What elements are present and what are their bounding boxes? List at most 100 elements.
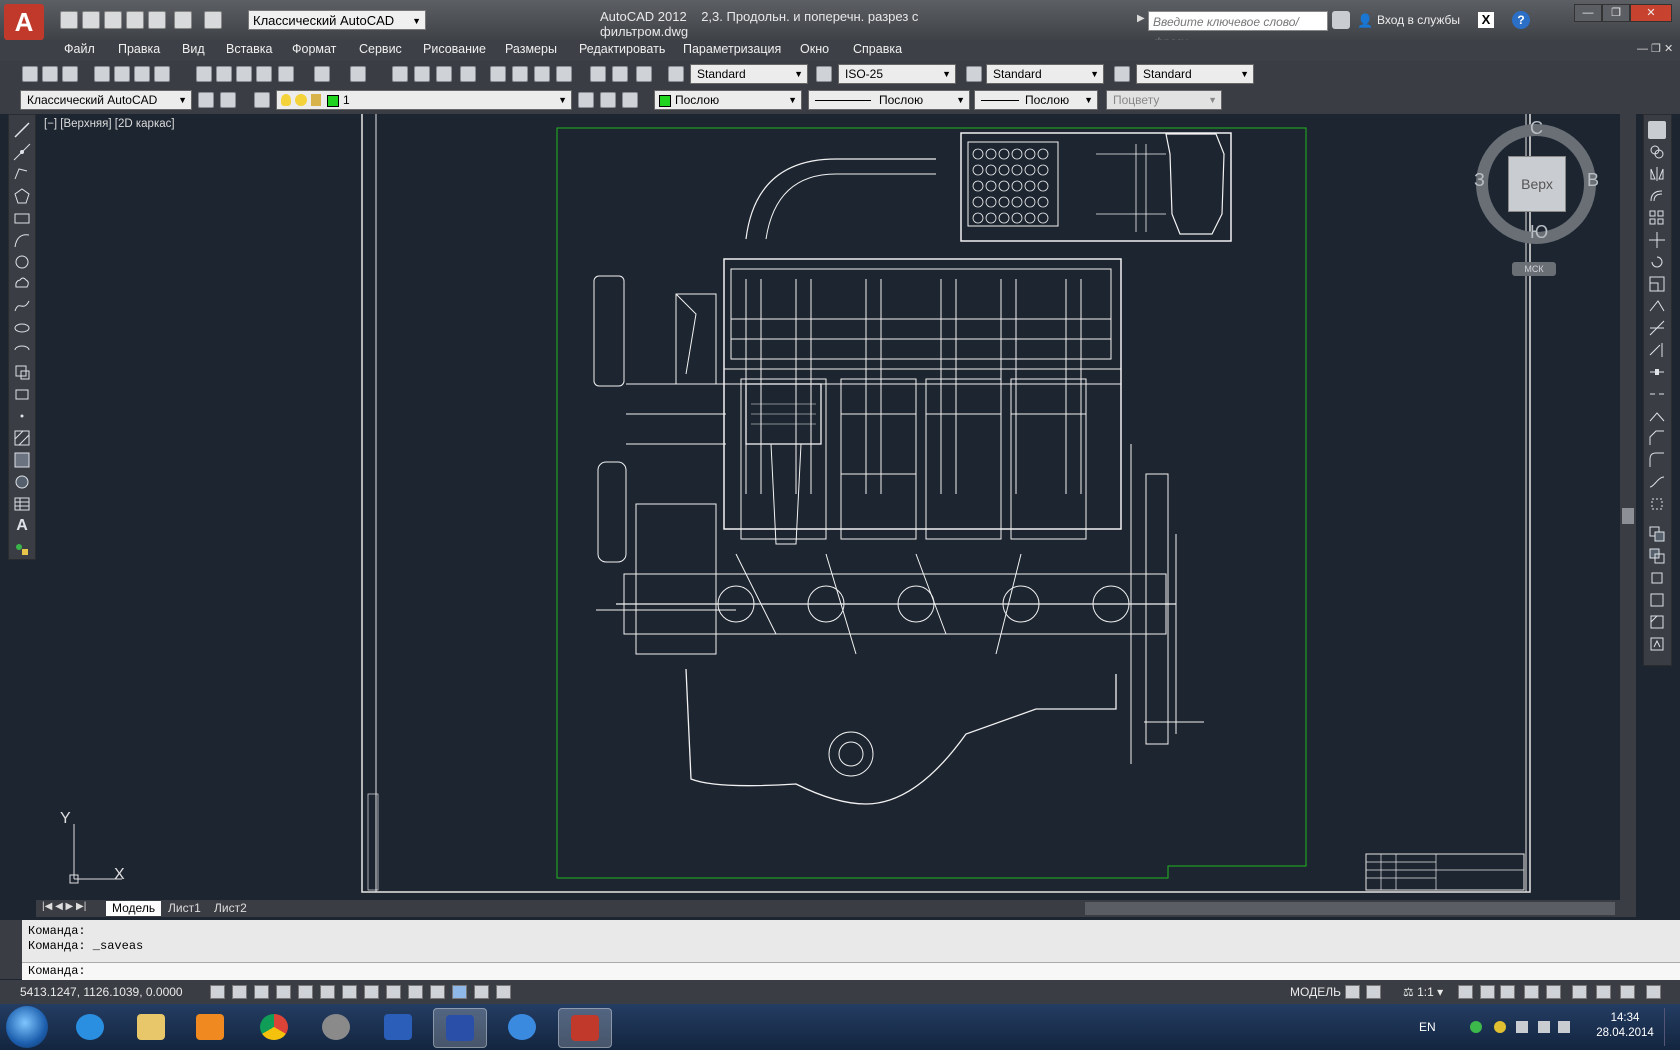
redo-tb-icon[interactable] [350, 66, 366, 82]
mirror-icon[interactable] [1648, 165, 1666, 183]
send-to-back-icon[interactable] [1648, 569, 1666, 587]
menu-window[interactable]: Окно [800, 42, 829, 56]
command-input[interactable]: Команда: [22, 962, 1680, 980]
plot-preview-icon[interactable] [114, 66, 130, 82]
spline-icon[interactable] [13, 297, 31, 315]
linetype-select[interactable]: Послою ▼ [808, 90, 970, 110]
taskbar-k-app[interactable] [496, 1008, 548, 1046]
trim-icon[interactable] [1648, 319, 1666, 337]
workspace-select[interactable]: Классический AutoCAD ▼ [248, 10, 426, 30]
tray-network-icon[interactable] [1516, 1021, 1528, 1033]
save-icon[interactable] [104, 11, 122, 29]
table-style-select[interactable]: Standard ▼ [986, 64, 1104, 84]
minimize-button[interactable]: — [1574, 4, 1602, 22]
text-to-front-icon[interactable] [1648, 591, 1666, 609]
ellipse-arc-icon[interactable] [13, 341, 31, 359]
quick-view-drawings-icon[interactable] [1366, 985, 1381, 999]
model-space-toggle[interactable]: МОДЕЛЬ [1290, 985, 1341, 999]
annotation-scale[interactable]: ⚖ 1:1 ▾ [1403, 985, 1443, 999]
login-button[interactable]: Вход в службы [1377, 13, 1460, 27]
coordinates-readout[interactable]: 5413.1247, 1126.1039, 0.0000 [20, 985, 183, 999]
layer-iso-icon[interactable] [622, 92, 638, 108]
undo-icon[interactable] [174, 11, 192, 29]
print-icon[interactable] [148, 11, 166, 29]
tray-yellow-icon[interactable] [1494, 1021, 1506, 1033]
search-input[interactable]: Введите ключевое слово/фразу [1148, 11, 1328, 49]
move-icon[interactable] [1648, 231, 1666, 249]
viewcube-west[interactable]: З [1474, 170, 1485, 191]
menu-view[interactable]: Вид [182, 42, 205, 56]
undo-tb-icon[interactable] [314, 66, 330, 82]
close-button[interactable]: ✕ [1630, 4, 1672, 22]
calculator-icon[interactable] [612, 66, 628, 82]
tab-layout1[interactable]: Лист1 [162, 901, 207, 916]
bring-to-front-icon[interactable] [1648, 547, 1666, 565]
menu-parametric[interactable]: Параметризация [683, 42, 781, 56]
cut-icon[interactable] [196, 66, 212, 82]
dynamic-ucs-icon[interactable] [386, 985, 401, 999]
gradient-icon[interactable] [13, 451, 31, 469]
new-icon[interactable] [22, 66, 38, 82]
revision-cloud-icon[interactable] [13, 275, 31, 293]
redo-icon[interactable] [204, 11, 222, 29]
hardware-acceleration-icon[interactable] [1546, 985, 1561, 999]
polar-tracking-icon[interactable] [298, 985, 313, 999]
copy-object-icon[interactable] [1648, 143, 1666, 161]
markup-icon[interactable] [590, 66, 606, 82]
3d-osnap-icon[interactable] [342, 985, 357, 999]
menu-insert[interactable]: Вставка [226, 42, 272, 56]
menu-help[interactable]: Справка [853, 42, 902, 56]
menu-edit[interactable]: Правка [118, 42, 160, 56]
multiline-text-icon[interactable]: A [13, 517, 31, 535]
block-editor-icon[interactable] [278, 66, 294, 82]
layer-properties-icon[interactable] [254, 92, 270, 108]
save-as-icon[interactable] [126, 11, 144, 29]
layer-select[interactable]: 1 ▼ [276, 90, 572, 110]
menu-file[interactable]: Файл [64, 42, 95, 56]
menu-tools[interactable]: Сервис [359, 42, 402, 56]
quick-view-layouts-icon[interactable] [1345, 985, 1360, 999]
publish-icon[interactable] [134, 66, 150, 82]
fillet-icon[interactable] [1648, 451, 1666, 469]
isolate-objects-icon[interactable] [1572, 985, 1587, 999]
zoom-realtime-icon[interactable] [414, 66, 430, 82]
selection-cycling-icon[interactable] [496, 985, 511, 999]
scale-icon[interactable] [1648, 275, 1666, 293]
taskbar-word[interactable] [372, 1008, 424, 1046]
binoculars-icon[interactable] [1332, 11, 1350, 29]
zoom-window-icon[interactable] [436, 66, 452, 82]
model-space-viewport[interactable]: Верх С Ю З В МСК Y X [36, 114, 1618, 900]
menu-dimension[interactable]: Размеры [505, 42, 557, 56]
show-desktop-button[interactable] [1664, 1008, 1677, 1046]
object-snap-icon[interactable] [320, 985, 335, 999]
viewport-controls-label[interactable]: [−] [Верхняя] [2D каркас] [44, 118, 175, 130]
vertical-scrollbar[interactable] [1620, 114, 1636, 900]
menu-modify[interactable]: Редактировать [579, 42, 665, 56]
mleader-style-select[interactable]: Standard ▼ [1136, 64, 1254, 84]
text-style-icon[interactable] [668, 66, 684, 82]
rectangle-icon[interactable] [13, 209, 31, 227]
workspace-combo[interactable]: Классический AutoCAD ▼ [20, 90, 192, 110]
exchange-icon[interactable]: X [1478, 12, 1494, 28]
lineweight-toggle-icon[interactable] [430, 985, 445, 999]
join-icon[interactable] [1648, 407, 1666, 425]
vertical-scroll-thumb[interactable] [1622, 508, 1634, 524]
taskbar-save-app[interactable] [433, 1008, 487, 1048]
auto-scale-icon[interactable] [1480, 985, 1495, 999]
workspace-switching-icon[interactable] [1500, 985, 1515, 999]
dim-style-icon[interactable] [816, 66, 832, 82]
autocad-application-menu-icon[interactable]: A [4, 4, 44, 40]
lineweight-select[interactable]: Послою ▼ [974, 90, 1098, 110]
tab-model[interactable]: Модель [106, 901, 162, 916]
application-status-menu-icon[interactable] [1620, 985, 1635, 999]
break-at-point-icon[interactable] [1648, 363, 1666, 381]
ortho-mode-icon[interactable] [276, 985, 291, 999]
tray-flag-icon[interactable] [1558, 1021, 1570, 1033]
3d-print-icon[interactable] [154, 66, 170, 82]
circle-icon[interactable] [13, 253, 31, 271]
offset-icon[interactable] [1648, 187, 1666, 205]
snap-mode-icon[interactable] [232, 985, 247, 999]
dim-style-select[interactable]: ISO-25 ▼ [838, 64, 956, 84]
command-window-handle[interactable] [0, 920, 22, 979]
workspace-settings-icon[interactable] [198, 92, 214, 108]
